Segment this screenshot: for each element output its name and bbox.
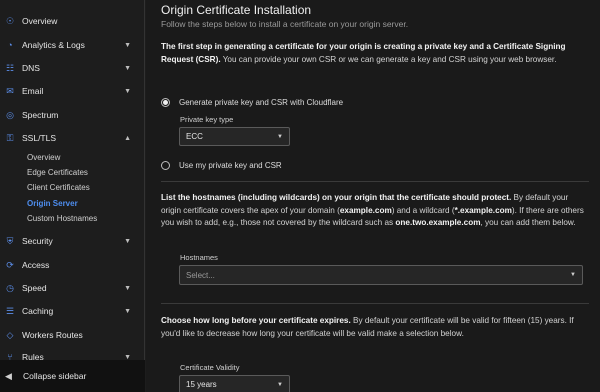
hostnames-select[interactable]: Select... ▼ [179, 265, 583, 285]
caching-icon: ☰ [5, 305, 15, 316]
origin-certificate-card: Origin Certificate Installation Follow t… [146, 0, 600, 392]
sidebar-item-label: Speed [22, 283, 47, 293]
step1-description: The first step in generating a certifica… [161, 41, 589, 66]
sidebar: ☉ Overview ◔ Analytics & Logs ▼ ☷ DNS ▼ … [0, 0, 145, 392]
chevron-down-icon: ▼ [124, 284, 131, 292]
sidebar-item-overview[interactable]: ☉ Overview [0, 10, 145, 32]
chevron-down-icon: ▼ [124, 64, 131, 72]
own-key-label: Use my private key and CSR [179, 161, 282, 170]
chevron-down-icon: ▼ [570, 272, 576, 278]
main-content: Origin Certificate Installation Follow t… [146, 0, 600, 392]
divider [161, 303, 589, 304]
expiry-heading: Choose how long before your certificate … [161, 316, 351, 325]
radio-checked[interactable] [161, 98, 170, 107]
page-subtitle: Follow the steps below to install a cert… [161, 19, 409, 29]
ssl-sub-custom-hostnames[interactable]: Custom Hostnames [27, 211, 97, 225]
chevron-down-icon: ▼ [124, 41, 131, 49]
ssl-sub-client-certificates[interactable]: Client Certificates [27, 180, 90, 194]
sidebar-item-workers-routes[interactable]: ◇ Workers Routes [0, 324, 145, 346]
sidebar-item-email[interactable]: ✉ Email ▼ [0, 80, 145, 102]
sidebar-item-label: DNS [22, 63, 40, 73]
sidebar-item-label: Spectrum [22, 110, 59, 120]
shield-icon: ⛨ [6, 235, 14, 246]
divider [161, 181, 589, 182]
sidebar-item-caching[interactable]: ☰ Caching ▼ [0, 300, 145, 322]
lock-icon: ⚿ [6, 132, 14, 143]
workers-icon: ◇ [6, 329, 14, 340]
dns-icon: ☷ [5, 62, 15, 73]
hostnames-heading: List the hostnames (including wildcards)… [161, 193, 512, 202]
chevron-down-icon: ▼ [277, 381, 283, 388]
ssl-sub-edge-certificates[interactable]: Edge Certificates [27, 165, 88, 179]
hostnames-description: List the hostnames (including wildcards)… [161, 192, 589, 230]
own-key-option[interactable]: Use my private key and CSR [161, 161, 282, 170]
wildcard-example: *.example.com [454, 205, 512, 215]
sidebar-item-spectrum[interactable]: ◎ Spectrum [0, 104, 145, 126]
access-icon: ⟳ [6, 259, 14, 270]
hostnames-text-b: ) and a wildcard ( [391, 205, 455, 215]
step1-text: You can provide your own CSR or we can g… [220, 54, 557, 64]
hostnames-label: Hostnames [180, 253, 218, 262]
validity-select[interactable]: 15 years ▼ [179, 375, 290, 392]
sidebar-item-label: Overview [22, 16, 58, 26]
sidebar-item-ssl-tls[interactable]: ⚿ SSL/TLS ▲ [0, 127, 145, 149]
hostnames-text-d: , you can add them below. [480, 218, 576, 227]
sidebar-item-access[interactable]: ⟳ Access [0, 254, 145, 276]
apex-example: example.com [339, 205, 392, 215]
sidebar-item-label: Analytics & Logs [22, 40, 85, 50]
key-type-select[interactable]: ECC ▼ [179, 127, 290, 146]
sidebar-item-label: Workers Routes [22, 330, 83, 340]
collapse-sidebar-button[interactable]: ◀ Collapse sidebar [0, 360, 145, 392]
chevron-down-icon: ▼ [124, 87, 131, 95]
key-type-label: Private key type [180, 115, 234, 124]
ssl-sub-overview[interactable]: Overview [27, 150, 60, 164]
sidebar-item-speed[interactable]: ◷ Speed ▼ [0, 277, 145, 299]
sidebar-item-label: Access [22, 260, 50, 270]
subdomain-example: one.two.example.com [395, 218, 481, 227]
collapse-icon: ◀ [5, 370, 12, 381]
sidebar-item-security[interactable]: ⛨ Security ▼ [0, 230, 145, 252]
sidebar-item-label: Security [22, 236, 53, 246]
radio-unchecked[interactable] [161, 161, 170, 170]
sidebar-item-dns[interactable]: ☷ DNS ▼ [0, 57, 145, 79]
validity-value: 15 years [186, 380, 217, 389]
collapse-sidebar-label: Collapse sidebar [23, 371, 87, 381]
generate-key-option[interactable]: Generate private key and CSR with Cloudf… [161, 98, 343, 107]
sidebar-item-analytics[interactable]: ◔ Analytics & Logs ▼ [0, 34, 145, 56]
chevron-up-icon: ▲ [124, 134, 131, 142]
validity-label: Certificate Validity [180, 363, 240, 372]
overview-icon: ☉ [5, 15, 15, 26]
sidebar-item-label: Email [22, 86, 44, 96]
hostnames-placeholder: Select... [186, 270, 215, 280]
sidebar-item-label: SSL/TLS [22, 133, 57, 143]
sidebar-item-label: Caching [22, 306, 54, 316]
speed-icon: ◷ [6, 282, 14, 293]
analytics-icon: ◔ [7, 40, 13, 50]
page-title: Origin Certificate Installation [161, 3, 312, 17]
generate-key-label: Generate private key and CSR with Cloudf… [179, 98, 344, 107]
key-type-value: ECC [186, 132, 203, 141]
chevron-down-icon: ▼ [124, 307, 131, 315]
chevron-down-icon: ▼ [124, 237, 131, 245]
email-icon: ✉ [6, 85, 14, 96]
spectrum-icon: ◎ [6, 109, 14, 120]
ssl-sub-origin-server[interactable]: Origin Server [27, 196, 78, 210]
chevron-down-icon: ▼ [277, 133, 283, 140]
expiry-description: Choose how long before your certificate … [161, 315, 589, 340]
